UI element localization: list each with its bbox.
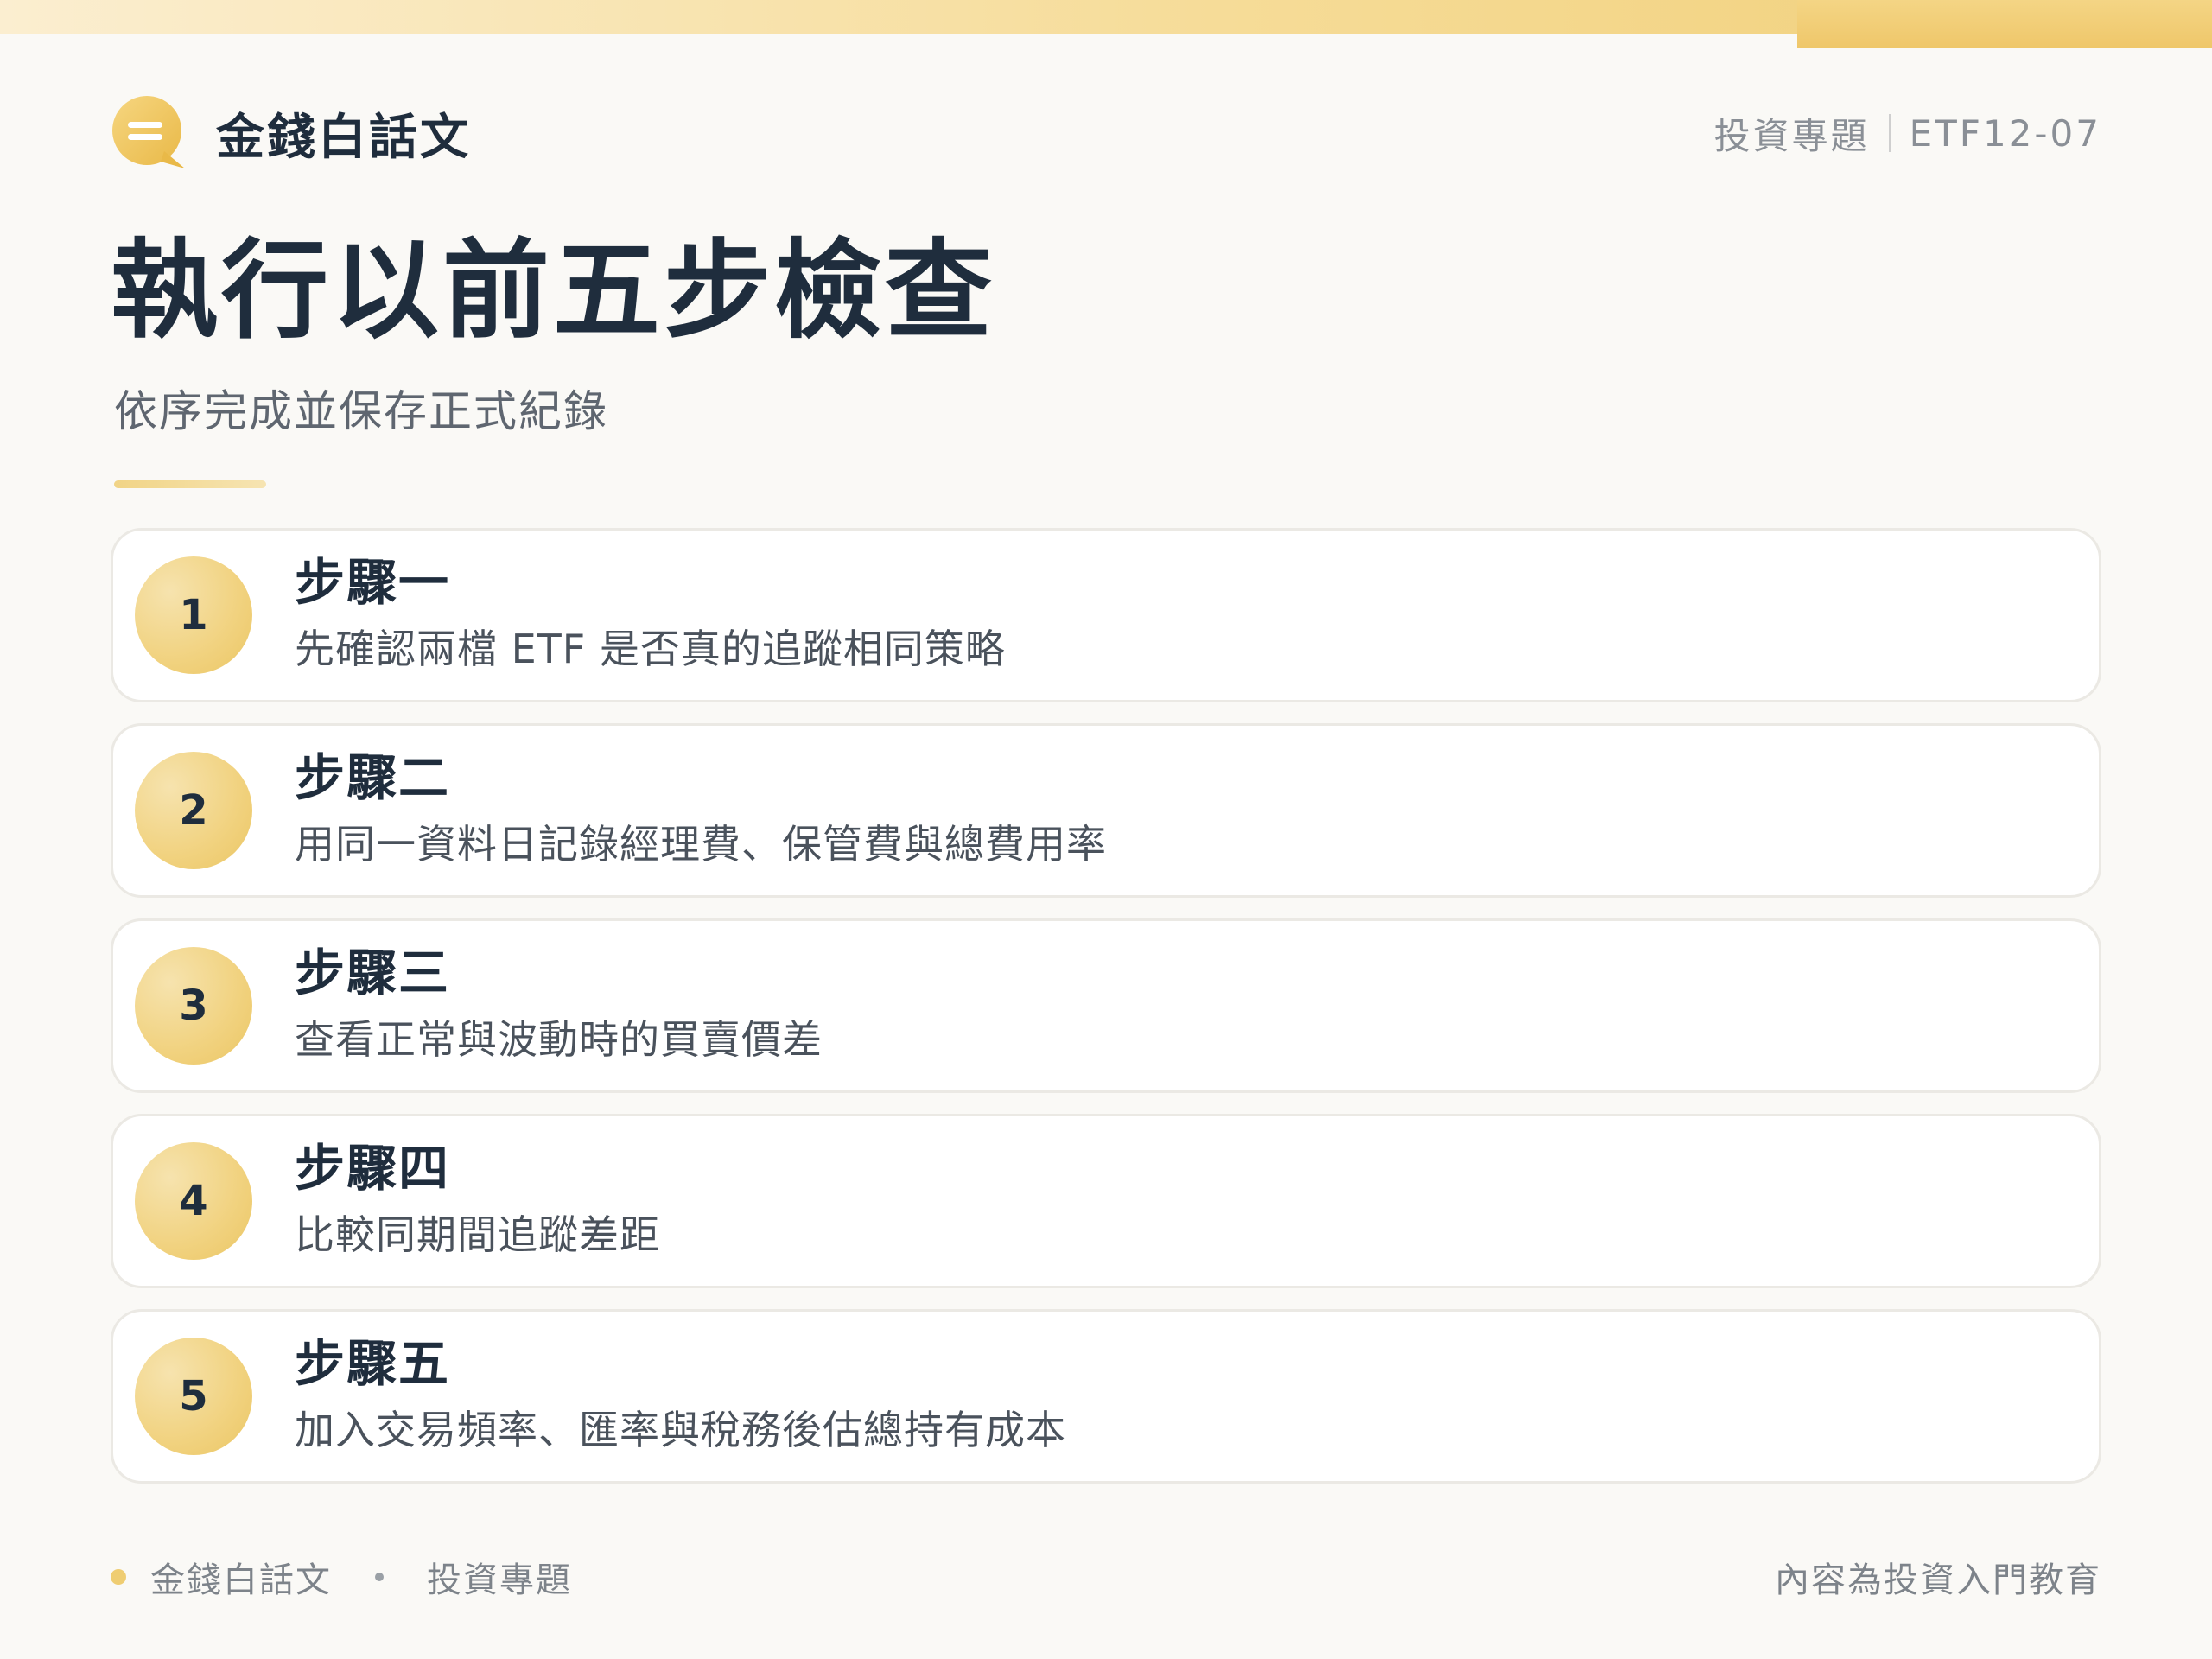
step-number-badge: 4 xyxy=(135,1142,252,1260)
step-title: 步驟三 xyxy=(295,944,451,1002)
page-header: 金錢白話文 投資專題 ETF12-07 xyxy=(111,90,2101,176)
step-card-4: 4 步驟四 比較同期間追蹤差距 xyxy=(111,1114,2101,1288)
accent-divider xyxy=(114,480,266,488)
footer-disclaimer: 內容為投資入門教育 xyxy=(1775,1560,2101,1600)
steps-list: 1 步驟一 先確認兩檔 ETF 是否真的追蹤相同策略 2 步驟二 用同一資料日記… xyxy=(111,528,2101,1504)
step-card-2: 2 步驟二 用同一資料日記錄經理費、保管費與總費用率 xyxy=(111,723,2101,898)
header-meta: 投資專題 ETF12-07 xyxy=(1714,107,2101,160)
brand-name: 金錢白話文 xyxy=(216,109,471,166)
step-number-badge: 3 xyxy=(135,947,252,1065)
step-number-badge: 1 xyxy=(135,556,252,674)
brand: 金錢白話文 xyxy=(111,94,471,172)
footer-bullet-icon xyxy=(111,1569,126,1585)
step-text: 步驟三 查看正常與波動時的買賣價差 xyxy=(295,940,823,1070)
footer-separator-dot xyxy=(375,1573,384,1581)
page-subtitle: 依序完成並保存正式紀錄 xyxy=(114,386,608,436)
step-number-badge: 2 xyxy=(135,752,252,869)
step-text: 步驟五 加入交易頻率、匯率與稅務後估總持有成本 xyxy=(295,1331,1066,1460)
step-description: 先確認兩檔 ETF 是否真的追蹤相同策略 xyxy=(295,626,1006,672)
step-card-3: 3 步驟三 查看正常與波動時的買賣價差 xyxy=(111,918,2101,1093)
header-code: ETF12-07 xyxy=(1909,111,2101,155)
meta-divider xyxy=(1888,114,1891,152)
step-title: 步驟二 xyxy=(295,748,451,807)
header-category: 投資專題 xyxy=(1713,114,1870,157)
page-footer: 金錢白話文 投資專題 內容為投資入門教育 xyxy=(111,1547,2101,1607)
step-description: 用同一資料日記錄經理費、保管費與總費用率 xyxy=(295,821,1107,868)
step-title: 步驟五 xyxy=(295,1334,451,1393)
step-description: 加入交易頻率、匯率與稅務後估總持有成本 xyxy=(295,1407,1066,1453)
page-title: 執行以前五步檢查 xyxy=(111,229,996,353)
step-title: 步驟一 xyxy=(295,553,451,612)
step-number-badge: 5 xyxy=(135,1338,252,1455)
step-description: 比較同期間追蹤差距 xyxy=(295,1211,660,1258)
step-card-5: 5 步驟五 加入交易頻率、匯率與稅務後估總持有成本 xyxy=(111,1309,2101,1484)
step-text: 步驟二 用同一資料日記錄經理費、保管費與總費用率 xyxy=(295,745,1107,874)
footer-category: 投資專題 xyxy=(427,1560,572,1600)
step-card-1: 1 步驟一 先確認兩檔 ETF 是否真的追蹤相同策略 xyxy=(111,528,2101,702)
step-title: 步驟四 xyxy=(295,1139,451,1198)
chat-bubble-icon xyxy=(112,96,185,168)
top-accent-tab xyxy=(1797,0,2212,48)
step-text: 步驟四 比較同期間追蹤差距 xyxy=(295,1135,660,1265)
step-description: 查看正常與波動時的買賣價差 xyxy=(295,1016,823,1063)
footer-left: 金錢白話文 投資專題 xyxy=(111,1552,572,1602)
footer-brand: 金錢白話文 xyxy=(150,1560,332,1600)
step-text: 步驟一 先確認兩檔 ETF 是否真的追蹤相同策略 xyxy=(295,550,1006,679)
